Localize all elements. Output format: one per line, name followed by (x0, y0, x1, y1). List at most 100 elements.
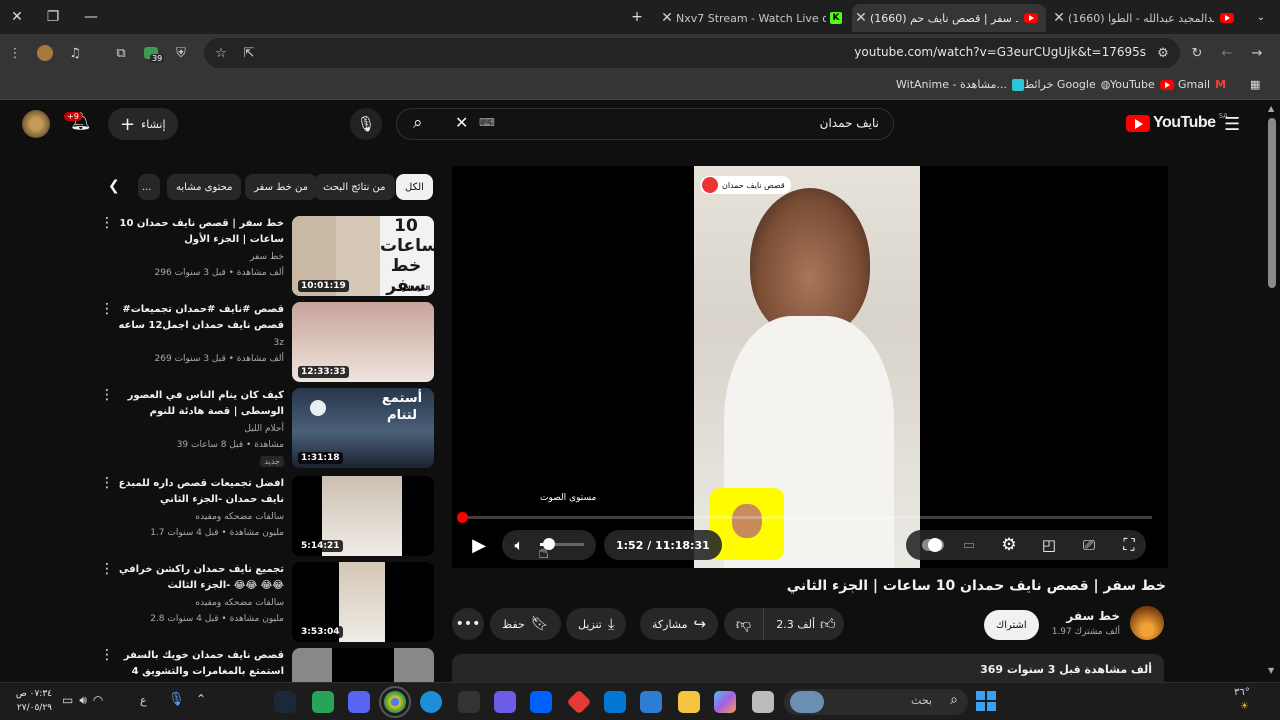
account-avatar[interactable] (22, 110, 50, 138)
more-options-icon[interactable]: ⋮ (100, 388, 114, 402)
more-options-icon[interactable]: ⋮ (100, 648, 114, 662)
video-thumbnail[interactable]: أستمع لتنام 1:31:18 (292, 388, 434, 468)
forward-icon[interactable]: ← (1216, 42, 1238, 64)
more-actions-icon[interactable]: ••• (452, 608, 484, 640)
extensions-icon[interactable]: ⧉ (110, 42, 132, 64)
scroll-down-icon[interactable]: ▼ (1268, 666, 1274, 675)
file-explorer-icon[interactable] (678, 691, 700, 713)
video-thumbnail[interactable]: 3:53:04 (292, 562, 434, 642)
outlook-icon[interactable] (604, 691, 626, 713)
chip-from-search[interactable]: من نتائج البحث (314, 174, 395, 200)
back-icon[interactable]: → (1246, 42, 1268, 64)
tray-chevron-icon[interactable]: ⌃ (196, 692, 206, 706)
steam-icon[interactable] (274, 691, 296, 713)
dropbox-icon[interactable] (530, 691, 552, 713)
tab-search-icon[interactable]: ⌄ (1244, 0, 1278, 34)
system-tray[interactable]: ▭ 🔊︎ ◠ (62, 693, 103, 708)
video-frame[interactable]: قصص نايف حمدان (694, 166, 920, 568)
search-input[interactable]: نايف حمدان ⌨ ✕ ⌕ (396, 108, 894, 140)
list-item[interactable]: 10 ساعات خط سفر الجزء الأول 10:01:19 خط … (100, 216, 434, 298)
copilot-icon[interactable] (714, 691, 736, 713)
chip-more[interactable]: ... (138, 174, 160, 200)
app-green-icon[interactable] (312, 691, 334, 713)
miniplayer-icon[interactable]: ◰ (1038, 534, 1060, 556)
video-player[interactable]: قصص نايف حمدان مستوى الصوت (452, 166, 1168, 568)
bookmark-maps[interactable]: خرائط Google ◍ (1024, 78, 1110, 91)
list-item[interactable]: قصص نايف حمدان خويك بالسفر استمتع بالمغا… (100, 648, 434, 682)
clear-search-icon[interactable]: ✕ (455, 113, 468, 132)
new-tab-icon[interactable]: + (620, 0, 654, 34)
volume-icon[interactable]: 🔈︎ (508, 534, 530, 556)
close-tab-icon[interactable]: ✕ (1050, 10, 1068, 26)
site-settings-icon[interactable]: ⚙ (1152, 42, 1174, 64)
tab-current-video[interactable]: ✕ (1660) خط سفر | قصص نايف حم (852, 4, 1046, 32)
progress-bar[interactable] (456, 512, 1152, 523)
apps-grid-icon[interactable]: ▦ (1250, 78, 1260, 91)
menu-dots-icon[interactable]: ⋮ (4, 42, 26, 64)
bookmark-star-icon[interactable]: ☆ (210, 42, 232, 64)
more-options-icon[interactable]: ⋮ (100, 476, 114, 490)
minimize-window-icon[interactable]: — (74, 0, 108, 34)
list-item[interactable]: 3:53:04 تجميع نايف حمدان راكشن خرافي 😂😂 … (100, 562, 434, 644)
app-purple-icon[interactable] (494, 691, 516, 713)
tab-other-video[interactable]: ✕ (1660) عبدالمجيد عبدالله - الطوا (1050, 4, 1240, 32)
youtube-logo[interactable]: YouTube SA (1126, 112, 1228, 132)
close-tab-icon[interactable]: ✕ (852, 10, 870, 26)
description-box[interactable]: 369 ألف مشاهدة قبل 3 سنوات (452, 654, 1164, 682)
epic-games-icon[interactable] (458, 691, 480, 713)
more-options-icon[interactable]: ⋮ (100, 562, 114, 576)
edge-icon[interactable] (420, 691, 442, 713)
bookmark-youtube[interactable]: YouTube (1110, 78, 1174, 91)
page-scrollbar[interactable]: ▲ ▼ (1264, 100, 1280, 682)
microphone-icon[interactable]: 🎙︎ (168, 692, 185, 707)
close-tab-icon[interactable]: ✕ (658, 10, 676, 26)
channel-name[interactable]: سالفات مضحكه ومفيده (195, 512, 284, 522)
channel-avatar[interactable] (1130, 606, 1164, 640)
chevron-left-icon[interactable]: ❮ (108, 178, 120, 194)
shield-icon[interactable]: ⛨ (170, 42, 192, 64)
app-window-icon[interactable] (752, 691, 774, 713)
subtitles-icon[interactable]: ▭ (958, 534, 980, 556)
keyboard-icon[interactable]: ⌨ (479, 116, 495, 129)
chrome-icon[interactable] (379, 686, 411, 718)
search-icon[interactable]: ⌕ (413, 113, 423, 133)
channel-name-main[interactable]: خط سفر (1040, 609, 1120, 623)
video-thumbnail[interactable]: 12:33:33 (292, 302, 434, 382)
subscribe-button[interactable]: اشتراك (984, 610, 1039, 640)
install-app-icon[interactable]: ⇱ (238, 42, 260, 64)
autoplay-toggle[interactable] (922, 534, 944, 556)
list-item[interactable]: 12:33:33 #قصص #نايف #حمدان تجميعات قصص ن… (100, 302, 434, 384)
settings-gear-icon[interactable]: ⚙ (998, 534, 1020, 556)
restore-window-icon[interactable]: ❐ (36, 0, 70, 34)
video-thumbnail[interactable] (292, 648, 434, 682)
more-options-icon[interactable]: ⋮ (100, 302, 114, 316)
play-button[interactable]: ▶ (468, 534, 490, 556)
profile-avatar-icon[interactable] (34, 42, 56, 64)
voice-search-icon[interactable]: 🎙 (350, 108, 382, 140)
channel-name[interactable]: 3z (274, 338, 284, 348)
extension-badge-icon[interactable]: 39 (140, 42, 165, 64)
list-item[interactable]: 5:14:21 افضل تجميعات قصص داره للمبدع ناي… (100, 476, 434, 558)
store-icon[interactable] (640, 691, 662, 713)
scroll-up-icon[interactable]: ▲ (1268, 104, 1274, 113)
taskbar-search[interactable]: بحث ⌕ (784, 689, 968, 715)
create-button[interactable]: + إنشاء (108, 108, 178, 140)
fullscreen-icon[interactable]: ⛶ (1118, 534, 1140, 556)
windows-start-icon[interactable] (976, 691, 996, 711)
video-thumbnail[interactable]: 10 ساعات خط سفر الجزء الأول 10:01:19 (292, 216, 434, 296)
weather-temp[interactable]: ٣٦° (1234, 687, 1250, 698)
chip-all[interactable]: الكل (396, 174, 433, 200)
tab-kick-stream[interactable]: ✕ Nxv7 Stream - Watch Live on K K (658, 4, 848, 32)
list-item[interactable]: أستمع لتنام 1:31:18 كيف كان ينام الناس ف… (100, 388, 434, 470)
bookmark-gmail[interactable]: Gmail M (1178, 78, 1226, 91)
save-button[interactable]: حفظ 🔖︎ (490, 608, 561, 640)
video-thumbnail[interactable]: 5:14:21 (292, 476, 434, 556)
cast-icon[interactable]: ⎚ (1078, 534, 1100, 556)
media-control-icon[interactable]: ♫ (64, 42, 86, 64)
discord-icon[interactable] (348, 691, 370, 713)
chip-from-channel[interactable]: من خط سفر (245, 174, 317, 200)
scrollbar-thumb[interactable] (1268, 118, 1276, 288)
more-options-icon[interactable]: ⋮ (100, 216, 114, 230)
reload-icon[interactable]: ↻ (1186, 42, 1208, 64)
bookmark-witanime[interactable]: WitAnime - مشاهدة... (896, 78, 1024, 91)
